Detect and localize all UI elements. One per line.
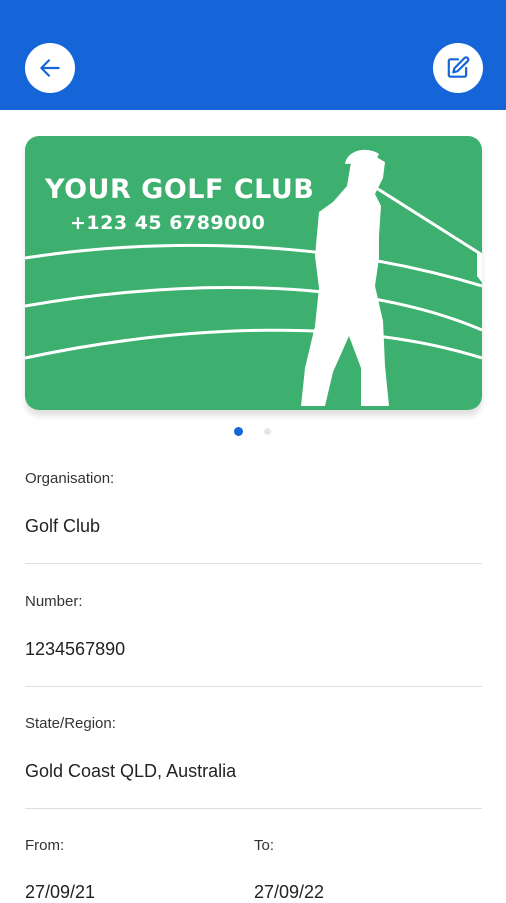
divider <box>25 686 482 687</box>
card-club-name: YOUR GOLF CLUB <box>45 174 315 205</box>
organisation-value: Golf Club <box>25 516 101 536</box>
to-label: To: <box>254 837 275 854</box>
carousel-indicator <box>0 427 506 437</box>
edit-pencil-icon <box>447 56 470 78</box>
organisation-label: Organisation: <box>25 470 115 487</box>
number-value: 1234567890 <box>25 639 126 659</box>
card-phone-number: +123 45 6789000 <box>70 212 266 234</box>
back-button[interactable] <box>25 43 75 93</box>
number-label: Number: <box>25 593 83 610</box>
membership-card[interactable]: YOUR GOLF CLUB +123 45 6789000 <box>25 136 482 410</box>
carousel-dot-inactive[interactable] <box>264 428 271 435</box>
divider <box>25 808 482 809</box>
divider <box>25 563 482 564</box>
edit-button[interactable] <box>433 43 483 93</box>
fairway-lines <box>25 243 482 360</box>
state-region-label: State/Region: <box>25 715 116 732</box>
arrow-left-icon <box>40 59 60 77</box>
carousel-dot-active[interactable] <box>234 427 243 436</box>
from-label: From: <box>25 837 65 854</box>
state-region-value: Gold Coast QLD, Australia <box>25 761 237 781</box>
top-app-bar <box>0 0 506 110</box>
